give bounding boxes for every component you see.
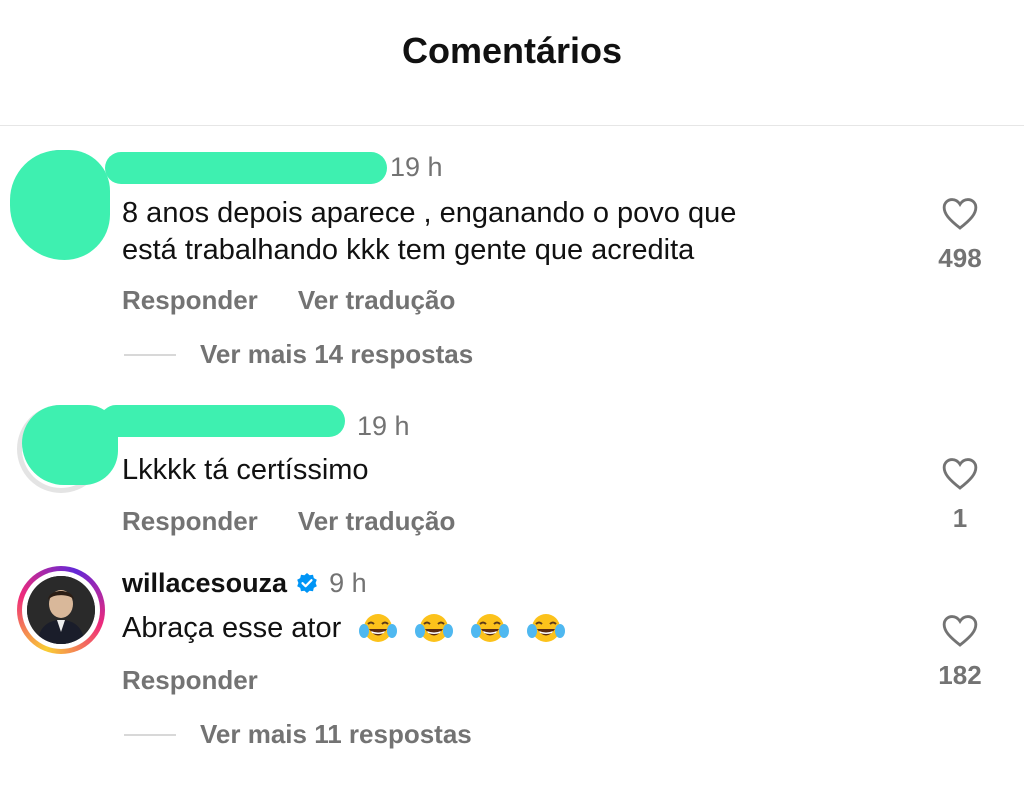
comment-time: 9 h	[329, 568, 367, 598]
like-count: 498	[938, 243, 982, 273]
redaction-mark	[100, 405, 345, 437]
translate-button[interactable]: Ver tradução	[298, 285, 456, 316]
like-count: 182	[938, 660, 982, 690]
reply-button[interactable]: Responder	[122, 285, 258, 316]
page-title: Comentários	[401, 30, 623, 71]
comment-time: 19 h	[357, 411, 410, 441]
tears-of-joy-emoji-icon	[415, 614, 454, 643]
like-group: 498	[930, 195, 990, 274]
comment-time: 19 h	[390, 152, 443, 182]
redaction-mark	[105, 152, 387, 184]
reply-button[interactable]: Responder	[122, 506, 258, 537]
like-group: 1	[930, 455, 990, 534]
redaction-mark	[10, 150, 110, 260]
sheet-header: Comentários	[0, 0, 1024, 126]
comment-text: Lkkkk tá certíssimo	[122, 454, 369, 486]
comments-sheet: Comentários 19 h 8 anos depois aparece ,…	[0, 0, 1024, 787]
avatar[interactable]	[17, 566, 105, 654]
heart-icon[interactable]	[941, 612, 979, 648]
view-more-replies[interactable]: Ver mais 11 respostas	[124, 719, 472, 750]
reply-button[interactable]: Responder	[122, 665, 258, 696]
tears-of-joy-emoji-icon	[359, 614, 398, 643]
verified-badge-icon	[297, 572, 317, 593]
like-group: 182	[930, 612, 990, 691]
comment-text: 8 anos depois aparece , enganando o povo…	[122, 197, 737, 266]
view-more-replies[interactable]: Ver mais 14 respostas	[124, 339, 473, 370]
comment-username[interactable]: willacesouza	[122, 568, 287, 599]
profile-photo	[27, 576, 95, 644]
tears-of-joy-emoji-icon	[471, 614, 510, 643]
heart-icon[interactable]	[941, 195, 979, 231]
like-count: 1	[952, 503, 968, 533]
translate-button[interactable]: Ver tradução	[298, 506, 456, 537]
tears-of-joy-emoji-icon	[527, 614, 566, 643]
comment-text: Abraça esse ator	[122, 610, 566, 647]
heart-icon[interactable]	[941, 455, 979, 491]
